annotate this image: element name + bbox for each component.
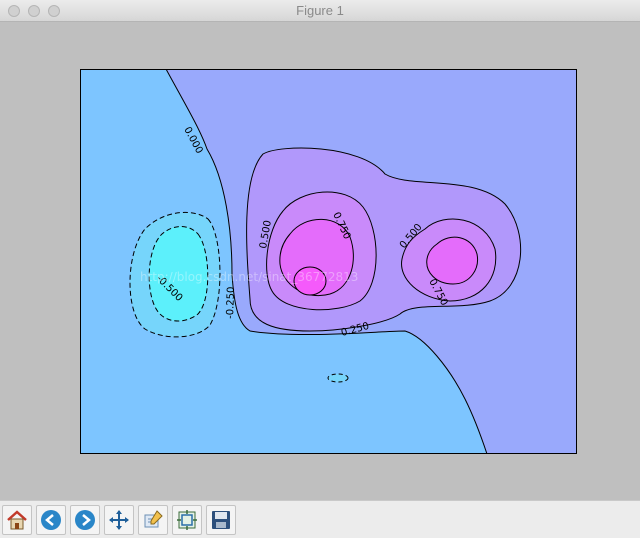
zoom-button[interactable] [138,505,168,535]
watermark-text: http://blog.csdn.net/sinat_36772813 [140,270,358,284]
zoom-rect-icon [144,510,163,528]
subplots-icon [177,510,197,530]
small-negative-island [327,373,349,383]
contour-plot[interactable]: 0.000 0.500 0.750 0.500 0.750 0.250 -0.2… [80,69,577,454]
title-bar: Figure 1 [0,0,640,22]
pan-button[interactable] [104,505,134,535]
home-icon [7,510,27,530]
save-icon [212,511,230,529]
forward-button[interactable] [70,505,100,535]
contour-label: -0.250 [225,286,237,319]
figure-canvas[interactable]: 0.000 0.500 0.750 0.500 0.750 0.250 -0.2… [0,22,640,500]
save-button[interactable] [206,505,236,535]
navigation-toolbar [0,500,640,538]
home-button[interactable] [2,505,32,535]
back-button[interactable] [36,505,66,535]
forward-arrow-icon [75,510,95,530]
move-icon [109,510,129,530]
subplots-button[interactable] [172,505,202,535]
window-title: Figure 1 [296,3,344,18]
back-arrow-icon [41,510,61,530]
